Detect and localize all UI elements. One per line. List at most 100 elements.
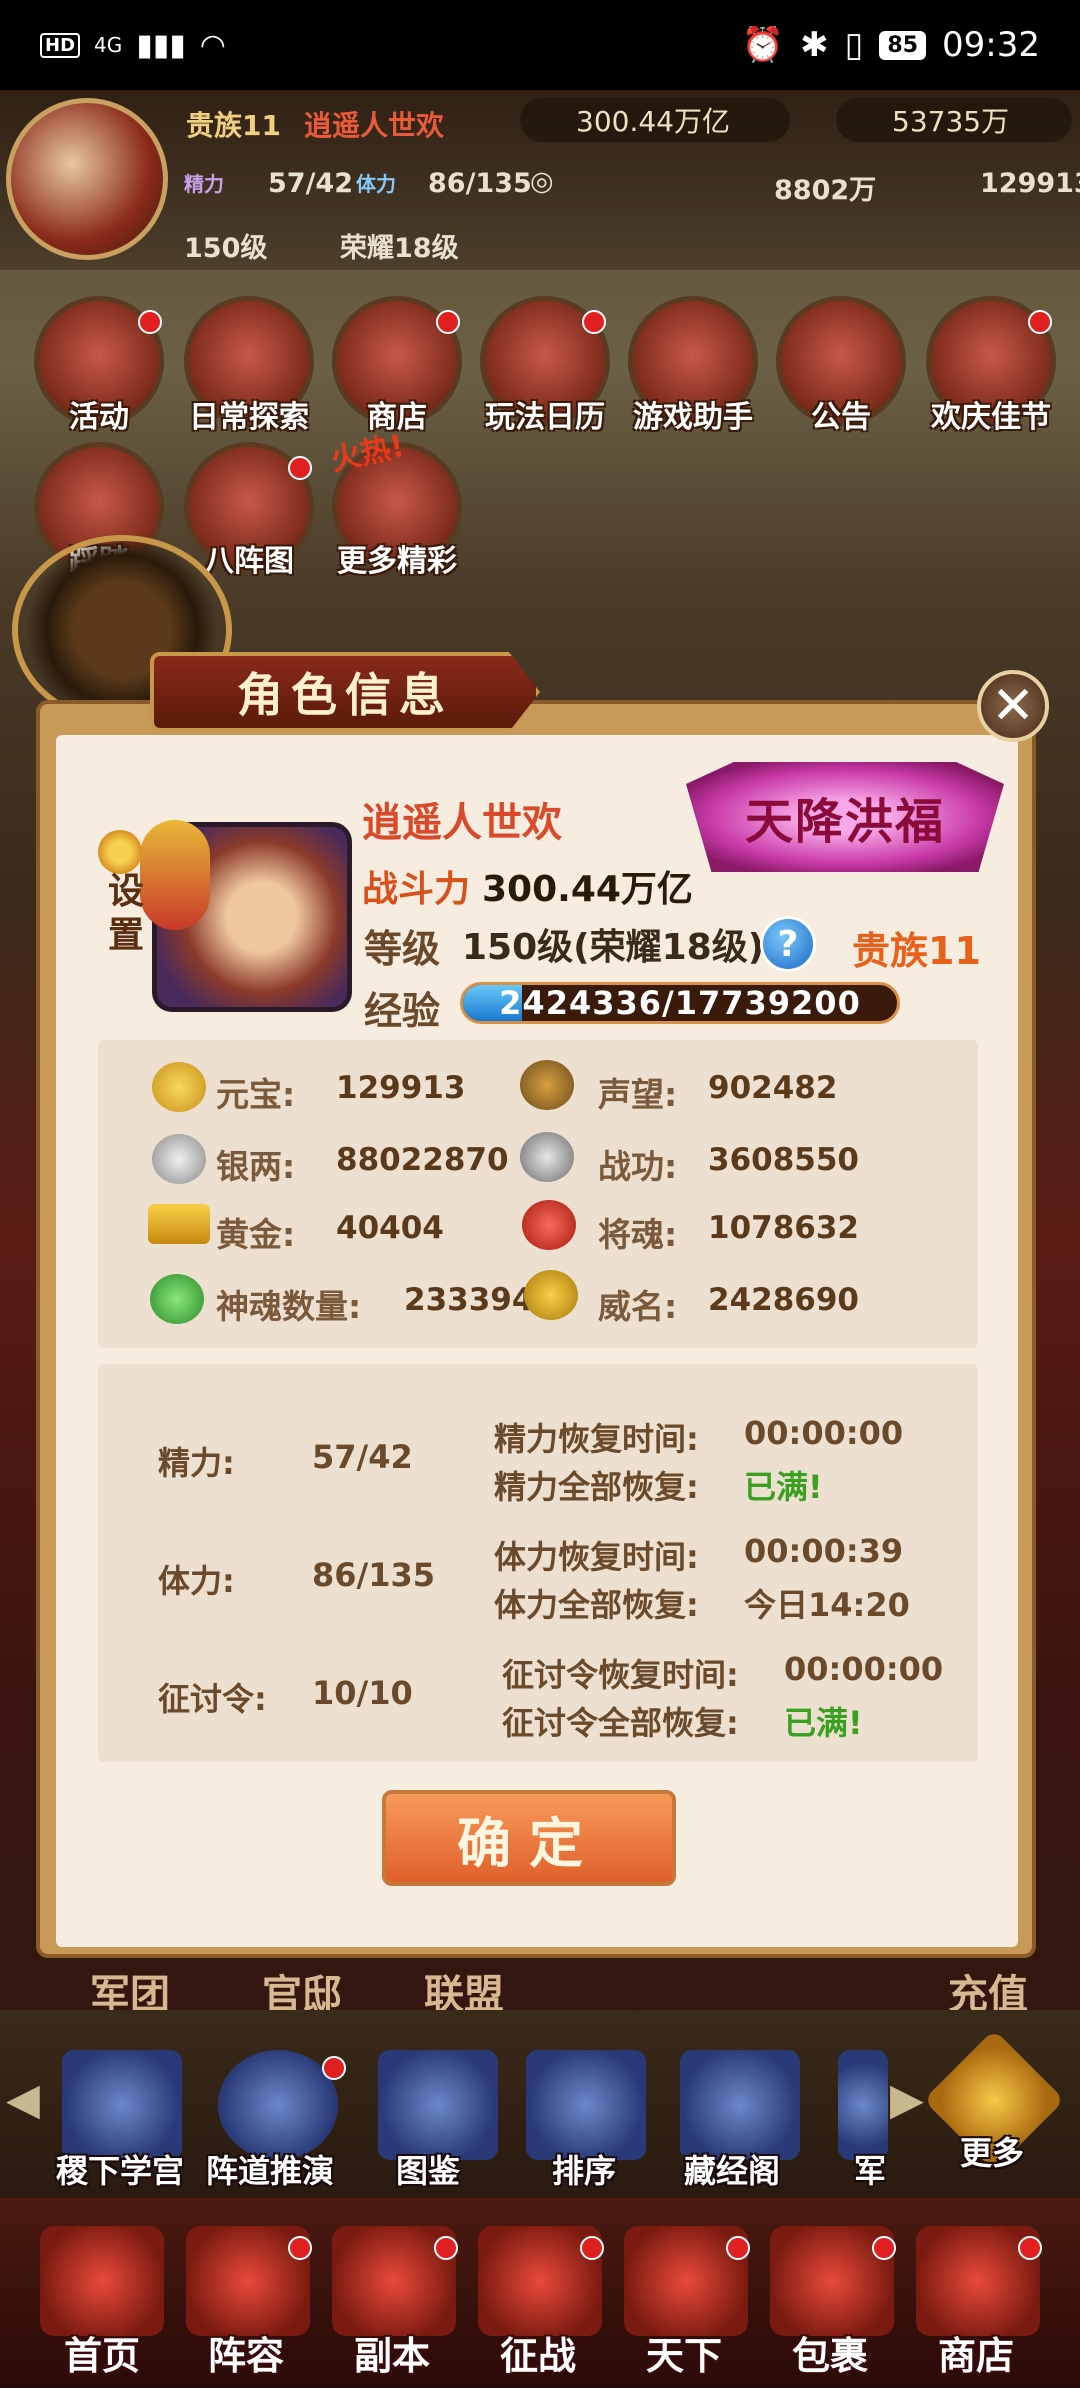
- signal-icon: ▮▮▮: [136, 27, 186, 63]
- fortune-badge: 天降洪福: [686, 762, 1004, 872]
- alarm-icon: ⏰: [741, 25, 785, 65]
- formation-deduction-icon[interactable]: [218, 2050, 338, 2160]
- noble-rank: 贵族11: [852, 929, 981, 973]
- stat-value: 86/135: [312, 1556, 436, 1594]
- func-more-label[interactable]: 更多: [960, 2128, 1024, 2174]
- settings-button[interactable]: 设置: [96, 870, 156, 958]
- resource-label: 声望:: [598, 1075, 678, 1114]
- battery-indicator: 85: [879, 30, 927, 60]
- func-army-label[interactable]: 军: [854, 2146, 886, 2192]
- scroll-right-arrow[interactable]: ▶: [890, 2074, 924, 2125]
- notification-dot: [288, 2236, 312, 2260]
- paw-pill: 53735万: [836, 98, 1072, 142]
- network-indicator: 4G: [94, 33, 123, 57]
- nav-dungeon[interactable]: 副本: [322, 2325, 462, 2380]
- stat-label: 体力:: [158, 1562, 235, 1600]
- scroll-left-arrow[interactable]: ◀: [6, 2074, 40, 2125]
- yuanbao-hud: 129913: [980, 168, 1080, 199]
- home-icon[interactable]: [40, 2226, 164, 2336]
- power-label: 战斗力: [362, 869, 471, 910]
- vibrate-icon: ▯: [844, 25, 864, 65]
- divine-soul-icon: [150, 1274, 204, 1324]
- academy-icon[interactable]: [62, 2050, 182, 2160]
- menu-daily-label[interactable]: 日常探索: [174, 392, 324, 436]
- nav-world[interactable]: 天下: [614, 2325, 754, 2380]
- menu-calendar-label[interactable]: 玩法日历: [470, 392, 620, 436]
- codex-icon[interactable]: [378, 2050, 498, 2160]
- notification-dot: [580, 2236, 604, 2260]
- silver-coin-icon: [152, 1134, 206, 1184]
- stat-recover-value: 00:00:39: [744, 1532, 904, 1570]
- stat-full-label: 精力全部恢复:: [494, 1468, 699, 1506]
- help-button[interactable]: ?: [760, 916, 816, 972]
- library-icon[interactable]: [680, 2050, 800, 2160]
- func-sort-label[interactable]: 排序: [552, 2146, 616, 2192]
- stat-full-value: 已满!: [744, 1468, 823, 1506]
- nav-store[interactable]: 商店: [906, 2325, 1046, 2380]
- func-formation-label[interactable]: 阵道推演: [206, 2146, 334, 2192]
- army-icon[interactable]: [838, 2050, 888, 2160]
- gear-icon[interactable]: [98, 830, 142, 874]
- tili-tag: 体力: [356, 172, 396, 196]
- gold-ingot-icon: [152, 1062, 206, 1112]
- nav-lineup[interactable]: 阵容: [176, 2325, 316, 2380]
- vip-level: 贵族11: [186, 109, 281, 142]
- close-button[interactable]: ✕: [977, 670, 1049, 742]
- wifi-icon: ◠: [199, 27, 226, 63]
- notification-dot: [322, 2056, 346, 2080]
- resource-label: 将魂:: [598, 1215, 678, 1254]
- bluetooth-icon: ✱: [800, 25, 829, 65]
- resource-value: 1078632: [708, 1210, 859, 1246]
- level-value: 150级(荣耀18级): [462, 927, 765, 968]
- silver-hud: 8802万: [774, 175, 877, 206]
- resource-label: 元宝:: [216, 1075, 296, 1114]
- exp-label: 经验: [364, 989, 441, 1033]
- stat-label: 征讨令:: [158, 1680, 267, 1718]
- func-codex-label[interactable]: 图鉴: [396, 2146, 460, 2192]
- level-hud: 150级: [184, 233, 268, 264]
- clock: 09:32: [942, 25, 1040, 65]
- sort-icon[interactable]: [526, 2050, 646, 2160]
- notification-dot: [434, 2236, 458, 2260]
- hd-indicator: HD: [40, 32, 81, 58]
- jingli-tag: 精力: [184, 172, 224, 196]
- notification-dot: [436, 310, 460, 334]
- stat-full-value: 已满!: [784, 1704, 863, 1742]
- func-library-label[interactable]: 藏经阁: [684, 2146, 780, 2192]
- menu-festival-label[interactable]: 欢庆佳节: [916, 392, 1066, 436]
- menu-assistant-label[interactable]: 游戏助手: [618, 392, 768, 436]
- stat-recover-value: 00:00:00: [784, 1650, 944, 1688]
- resource-label: 黄金:: [216, 1215, 296, 1254]
- stat-recover-label: 体力恢复时间:: [494, 1538, 699, 1576]
- menu-more-label[interactable]: 更多精彩: [322, 536, 472, 580]
- general-soul-icon: [522, 1200, 576, 1250]
- resource-value: 902482: [708, 1070, 838, 1106]
- merit-icon: [520, 1132, 574, 1182]
- nav-home[interactable]: 首页: [32, 2325, 172, 2380]
- player-name: 逍遥人世欢: [304, 109, 445, 142]
- confirm-button[interactable]: 确定: [382, 1790, 676, 1886]
- level-label: 等级: [364, 927, 441, 971]
- notification-dot: [872, 2236, 896, 2260]
- power-value: 300.44万亿: [482, 869, 693, 910]
- tili-hud: 86/135: [428, 168, 532, 199]
- resource-value: 40404: [336, 1210, 444, 1246]
- func-academy-label[interactable]: 稷下学宫: [56, 2146, 184, 2192]
- resource-label: 战功:: [598, 1147, 678, 1186]
- gold-bar-icon: [148, 1204, 210, 1244]
- menu-activity-label[interactable]: 活动: [24, 392, 174, 436]
- player-avatar[interactable]: [6, 98, 168, 260]
- stat-value: 10/10: [312, 1674, 413, 1712]
- fame-icon: [524, 1270, 578, 1320]
- nav-campaign[interactable]: 征战: [468, 2325, 608, 2380]
- stat-label: 精力:: [158, 1444, 235, 1482]
- notification-dot: [726, 2236, 750, 2260]
- stat-full-label: 体力全部恢复:: [494, 1586, 699, 1624]
- paw-hud-value: 53735万: [892, 105, 1010, 138]
- notification-dot: [138, 310, 162, 334]
- character-name: 逍遥人世欢: [362, 800, 562, 846]
- nav-bag[interactable]: 包裹: [760, 2325, 900, 2380]
- power-pill: 300.44万亿: [520, 98, 790, 142]
- stat-recover-label: 征讨令恢复时间:: [502, 1656, 739, 1694]
- menu-announcement-label[interactable]: 公告: [766, 392, 916, 436]
